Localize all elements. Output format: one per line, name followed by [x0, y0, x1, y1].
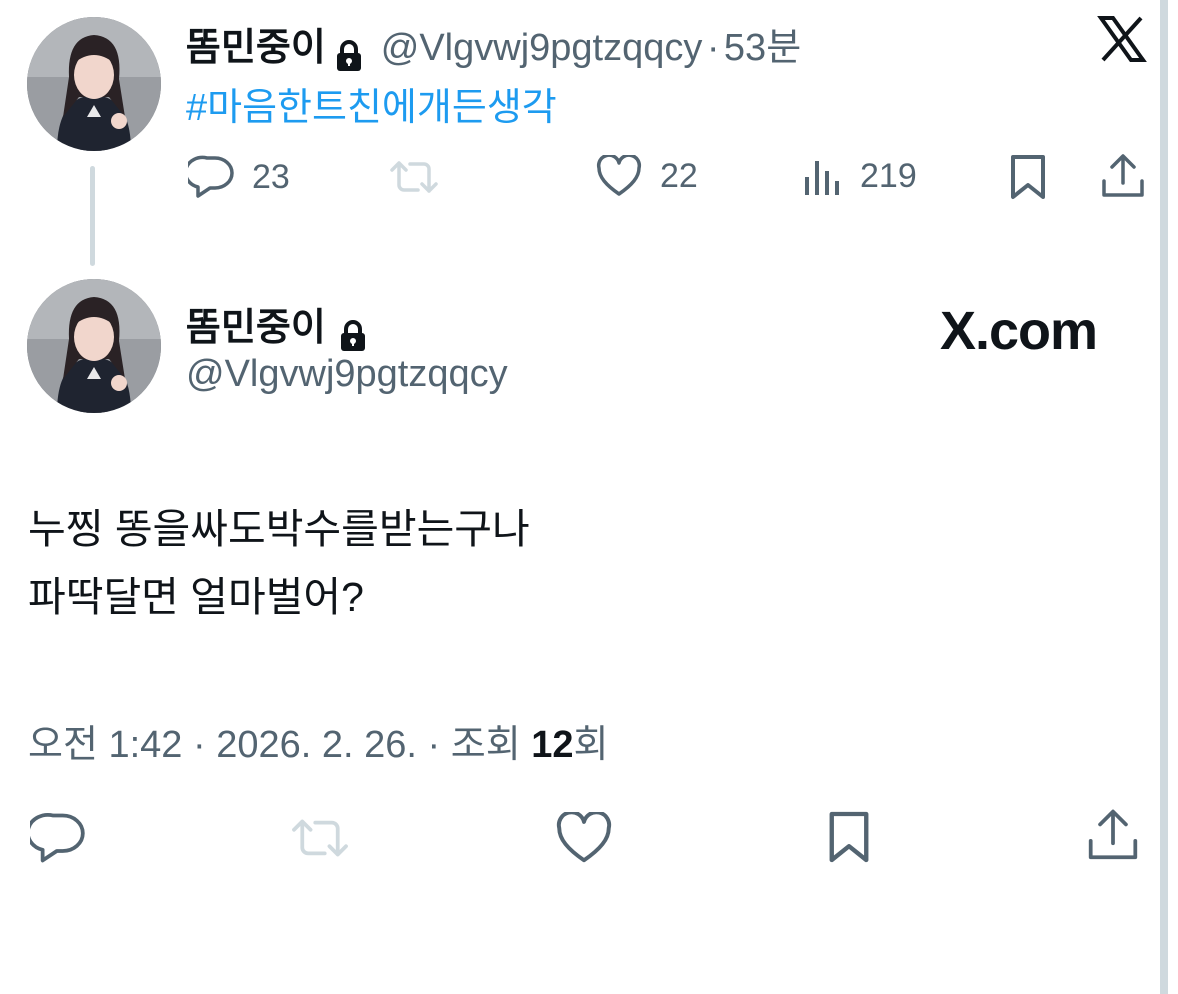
display-name[interactable]: 똠민중이: [186, 307, 326, 349]
handle[interactable]: @Vlgvwj9pgtzqqcy: [381, 27, 703, 69]
reply-button[interactable]: 23: [188, 155, 290, 199]
bookmark-icon[interactable]: [1008, 153, 1048, 201]
views-label: 조회: [450, 724, 521, 766]
tweet-date[interactable]: 2026. 2. 26.: [216, 724, 417, 766]
views-count: 219: [860, 156, 917, 195]
views-icon: [805, 161, 839, 195]
x-logo-icon[interactable]: [1097, 14, 1147, 64]
share-icon[interactable]: [1086, 808, 1140, 862]
avatar-image: [27, 17, 161, 151]
tweet-text: 누찡 똥을싸도박수를받는구나 파딱달면 얼마벌어?: [28, 495, 530, 631]
avatar[interactable]: [27, 279, 161, 413]
tweet-header: 똠민중이 @Vlgvwj9pgtzqqcy · 53분: [186, 16, 801, 73]
tweet-meta: 오전 1:42 · 2026. 2. 26. · 조회 12회: [28, 713, 608, 768]
timestamp[interactable]: 53분: [724, 27, 801, 69]
reply-icon[interactable]: [30, 812, 86, 864]
separator: ·: [706, 27, 720, 69]
views-unit: 회: [573, 724, 609, 766]
lock-icon: [337, 39, 362, 71]
hashtag-link[interactable]: #마음한트친에개든생각: [186, 76, 557, 131]
like-count: 22: [660, 156, 698, 195]
like-icon[interactable]: [555, 812, 613, 864]
display-name[interactable]: 똠민중이: [186, 27, 326, 69]
tweet-time[interactable]: 오전 1:42: [28, 724, 182, 766]
brand-watermark: X.com: [940, 301, 1098, 361]
handle[interactable]: @Vlgvwj9pgtzqqcy: [186, 353, 508, 396]
share-icon[interactable]: [1100, 153, 1146, 199]
tweet-text-line: 누찡 똥을싸도박수를받는구나: [28, 506, 530, 552]
retweet-button[interactable]: [388, 155, 440, 199]
like-button[interactable]: 22: [596, 155, 698, 197]
lock-icon: [341, 319, 366, 351]
separator: ·: [427, 724, 441, 766]
separator: ·: [193, 724, 206, 766]
like-icon: [596, 155, 642, 196]
reply-count: 23: [252, 157, 290, 196]
retweet-icon: [390, 161, 438, 193]
views-button[interactable]: 219: [802, 155, 917, 197]
scroll-edge: [1160, 0, 1168, 994]
author-name-row: 똠민중이: [186, 296, 368, 353]
views-count: 12: [531, 724, 574, 766]
avatar-image: [27, 279, 161, 413]
avatar[interactable]: [27, 17, 161, 151]
tweet-text-line: 파딱달면 얼마벌어?: [28, 574, 364, 620]
retweet-icon[interactable]: [288, 812, 352, 864]
reply-icon: [188, 155, 234, 198]
thread-connector: [90, 166, 95, 266]
bookmark-icon[interactable]: [826, 808, 872, 866]
